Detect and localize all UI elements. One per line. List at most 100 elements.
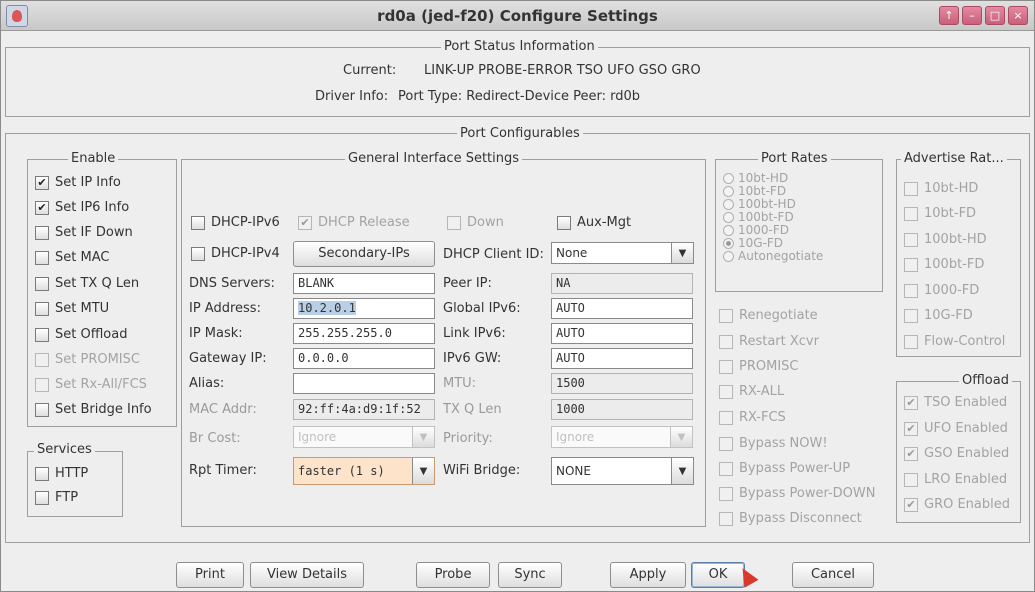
rate-10g-fd-radio[interactable]: 10G-FD bbox=[723, 236, 783, 250]
set-bridge-info-checkbox[interactable]: Set Bridge Info bbox=[35, 402, 152, 417]
adv-1000-fd-checkbox[interactable]: 1000-FD bbox=[904, 283, 979, 298]
gateway-ip-label: Gateway IP: bbox=[189, 351, 267, 366]
cancel-button[interactable]: Cancel bbox=[792, 562, 874, 588]
priority-select[interactable]: Ignore ▼ bbox=[551, 426, 693, 448]
set-offload-checkbox[interactable]: Set Offload bbox=[35, 327, 127, 342]
probe-button[interactable]: Probe bbox=[416, 562, 490, 588]
br-cost-select[interactable]: Ignore ▼ bbox=[293, 426, 435, 448]
secondary-ips-button[interactable]: Secondary-IPs bbox=[293, 241, 435, 267]
renegotiate-checkbox[interactable]: Renegotiate bbox=[719, 308, 818, 323]
restart-xcvr-checkbox[interactable]: Restart Xcvr bbox=[719, 334, 819, 349]
set-mtu-checkbox[interactable]: Set MTU bbox=[35, 301, 109, 316]
ip-mask-label: IP Mask: bbox=[189, 326, 243, 341]
promisc-checkbox[interactable]: PROMISC bbox=[719, 359, 798, 374]
maximize-icon[interactable]: □ bbox=[985, 6, 1005, 25]
mtu-field[interactable]: 1500 bbox=[551, 373, 693, 394]
set-mac-checkbox[interactable]: Set MAC bbox=[35, 250, 109, 265]
link-ipv6-field[interactable]: AUTO bbox=[551, 323, 693, 344]
rate-10bt-fd-radio[interactable]: 10bt-FD bbox=[723, 184, 786, 198]
ip-address-field[interactable]: 10.2.0.1 bbox=[293, 298, 435, 319]
rate-10bt-hd-radio[interactable]: 10bt-HD bbox=[723, 171, 788, 185]
alias-field[interactable] bbox=[293, 373, 435, 394]
title-bar[interactable]: rd0a (jed-f20) Configure Settings ↑ – □ … bbox=[1, 1, 1034, 31]
dhcp-ipv6-checkbox[interactable]: DHCP-IPv6 bbox=[191, 215, 280, 230]
apply-button[interactable]: Apply bbox=[610, 562, 686, 588]
adv-100bt-hd-checkbox[interactable]: 100bt-HD bbox=[904, 232, 987, 247]
http-checkbox[interactable]: HTTP bbox=[35, 466, 88, 481]
peer-ip-label: Peer IP: bbox=[443, 276, 492, 291]
set-tx-q-len-checkbox[interactable]: Set TX Q Len bbox=[35, 276, 139, 291]
dhcp-ipv4-checkbox[interactable]: DHCP-IPv4 bbox=[191, 246, 280, 261]
rx-all-checkbox[interactable]: RX-ALL bbox=[719, 384, 784, 399]
rate-100bt-fd-radio[interactable]: 100bt-FD bbox=[723, 210, 794, 224]
rpt-timer-select[interactable]: faster (1 s) ▼ bbox=[293, 457, 435, 485]
priority-label: Priority: bbox=[443, 431, 493, 446]
alias-label: Alias: bbox=[189, 376, 225, 391]
mac-addr-field[interactable]: 92:ff:4a:d9:1f:52 bbox=[293, 399, 435, 420]
rate-100bt-hd-radio[interactable]: 100bt-HD bbox=[723, 197, 796, 211]
gro-enabled-checkbox[interactable]: ✔ GRO Enabled bbox=[904, 497, 1010, 512]
gateway-ip-field[interactable]: 0.0.0.0 bbox=[293, 348, 435, 369]
ftp-checkbox[interactable]: FTP bbox=[35, 490, 78, 505]
port-configurables-title: Port Configurables bbox=[457, 126, 583, 141]
mtu-label: MTU: bbox=[443, 376, 477, 391]
wifi-bridge-select[interactable]: NONE ▼ bbox=[551, 457, 694, 485]
sync-button[interactable]: Sync bbox=[498, 562, 562, 588]
set-ip6-info-checkbox[interactable]: ✔ Set IP6 Info bbox=[35, 200, 129, 215]
chevron-down-icon: ▼ bbox=[671, 458, 693, 484]
set-rx-all-fcs-checkbox[interactable]: Set Rx-All/FCS bbox=[35, 377, 147, 392]
dhcp-release-checkbox[interactable]: ✔ DHCP Release bbox=[298, 215, 410, 230]
dns-servers-field[interactable]: BLANK bbox=[293, 273, 435, 294]
wifi-bridge-label: WiFi Bridge: bbox=[443, 463, 521, 478]
port-rates-title: Port Rates bbox=[758, 151, 831, 166]
dhcp-client-id-select[interactable]: None ▼ bbox=[551, 242, 694, 264]
ip-mask-field[interactable]: 255.255.255.0 bbox=[293, 323, 435, 344]
set-if-down-checkbox[interactable]: Set IF Down bbox=[35, 225, 133, 240]
configure-settings-window: rd0a (jed-f20) Configure Settings ↑ – □ … bbox=[0, 0, 1035, 592]
rpt-timer-label: Rpt Timer: bbox=[189, 463, 257, 478]
set-promisc-checkbox[interactable]: Set PROMISC bbox=[35, 352, 140, 367]
ipv6-gw-label: IPv6 GW: bbox=[443, 351, 502, 366]
port-status-panel bbox=[5, 47, 1030, 117]
services-title: Services bbox=[34, 442, 95, 457]
bypass-power-up-checkbox[interactable]: Bypass Power-UP bbox=[719, 461, 850, 476]
pin-icon[interactable]: ↑ bbox=[939, 6, 959, 25]
aux-mgt-checkbox[interactable]: Aux-Mgt bbox=[557, 215, 631, 230]
rx-fcs-checkbox[interactable]: RX-FCS bbox=[719, 410, 786, 425]
tso-enabled-checkbox[interactable]: ✔ TSO Enabled bbox=[904, 395, 1007, 410]
tx-q-len-field[interactable]: 1000 bbox=[551, 399, 693, 420]
global-ipv6-field[interactable]: AUTO bbox=[551, 298, 693, 319]
adv-10g-fd-checkbox[interactable]: 10G-FD bbox=[904, 308, 973, 323]
dhcp-client-id-label: DHCP Client ID: bbox=[443, 247, 544, 262]
peer-ip-field[interactable]: NA bbox=[551, 273, 693, 294]
adv-100bt-fd-checkbox[interactable]: 100bt-FD bbox=[904, 257, 984, 272]
down-checkbox[interactable]: Down bbox=[447, 215, 504, 230]
view-details-button[interactable]: View Details bbox=[250, 562, 364, 588]
adv-flow-control-checkbox[interactable]: Flow-Control bbox=[904, 334, 1005, 349]
ipv6-gw-field[interactable]: AUTO bbox=[551, 348, 693, 369]
offload-title: Offload bbox=[959, 373, 1012, 388]
services-group bbox=[27, 451, 123, 517]
rate-autonegotiate-radio[interactable]: Autonegotiate bbox=[723, 249, 823, 263]
current-label: Current: bbox=[343, 63, 397, 78]
minimize-icon[interactable]: – bbox=[962, 6, 982, 25]
link-ipv6-label: Link IPv6: bbox=[443, 326, 506, 341]
bypass-power-down-checkbox[interactable]: Bypass Power-DOWN bbox=[719, 486, 876, 501]
adv-10bt-fd-checkbox[interactable]: 10bt-FD bbox=[904, 206, 976, 221]
tx-q-len-label: TX Q Len bbox=[443, 402, 502, 417]
lro-enabled-checkbox[interactable]: LRO Enabled bbox=[904, 472, 1007, 487]
current-value: LINK-UP PROBE-ERROR TSO UFO GSO GRO bbox=[424, 63, 701, 78]
close-icon[interactable]: × bbox=[1008, 6, 1028, 25]
print-button[interactable]: Print bbox=[176, 562, 244, 588]
set-ip-info-checkbox[interactable]: ✔ Set IP Info bbox=[35, 175, 121, 190]
adv-10bt-hd-checkbox[interactable]: 10bt-HD bbox=[904, 181, 978, 196]
chevron-down-icon: ▼ bbox=[412, 458, 434, 484]
rate-1000-fd-radio[interactable]: 1000-FD bbox=[723, 223, 789, 237]
ufo-enabled-checkbox[interactable]: ✔ UFO Enabled bbox=[904, 421, 1008, 436]
bypass-now-checkbox[interactable]: Bypass NOW! bbox=[719, 436, 828, 451]
window-controls: ↑ – □ × bbox=[939, 6, 1028, 25]
bypass-disconnect-checkbox[interactable]: Bypass Disconnect bbox=[719, 511, 862, 526]
driver-info-label: Driver Info: bbox=[315, 89, 389, 104]
driver-info-value: Port Type: Redirect-Device Peer: rd0b bbox=[398, 89, 641, 104]
gso-enabled-checkbox[interactable]: ✔ GSO Enabled bbox=[904, 446, 1009, 461]
